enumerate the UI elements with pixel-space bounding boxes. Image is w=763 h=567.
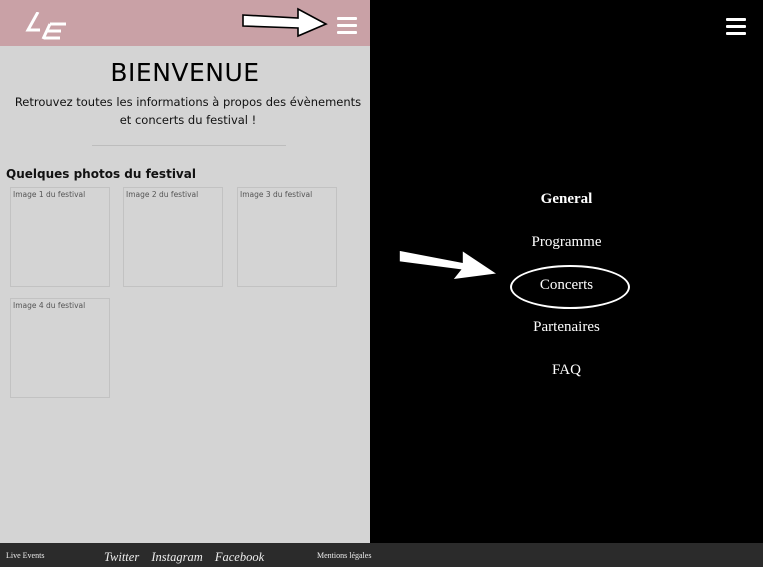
festival-photo: Image 1 du festival (10, 187, 110, 287)
footer-socials: Twitter Instagram Facebook (104, 550, 273, 565)
page-subtitle: Retrouvez toutes les informations à prop… (14, 95, 362, 127)
highlight-circle (510, 265, 630, 309)
site-footer: Live Events Twitter Instagram Facebook M… (0, 543, 763, 567)
arrow-annotation-icon (242, 7, 328, 38)
menu-item-faq[interactable]: FAQ (370, 362, 763, 379)
broken-image-alt: Image 1 du festival (13, 190, 86, 199)
divider (92, 145, 286, 146)
festival-photo: Image 3 du festival (237, 187, 337, 287)
menu-item-general[interactable]: General (370, 191, 763, 208)
broken-image-alt: Image 2 du festival (126, 190, 199, 199)
hamburger-icon[interactable] (337, 17, 357, 35)
twitter-link[interactable]: Twitter (104, 550, 139, 564)
arrow-annotation-icon (398, 248, 501, 282)
footer-brand: Live Events (6, 551, 45, 560)
festival-photo: Image 2 du festival (123, 187, 223, 287)
gallery-title: Quelques photos du festival (6, 167, 196, 181)
page-view: BIENVENUE Retrouvez toutes les informati… (0, 0, 370, 567)
legal-link[interactable]: Mentions légales (317, 551, 371, 560)
broken-image-alt: Image 3 du festival (240, 190, 313, 199)
le-logo-icon[interactable] (24, 12, 68, 46)
facebook-link[interactable]: Facebook (215, 550, 264, 564)
hamburger-icon[interactable] (726, 18, 746, 36)
broken-image-alt: Image 4 du festival (13, 301, 86, 310)
festival-photo: Image 4 du festival (10, 298, 110, 398)
menu-item-partenaires[interactable]: Partenaires (370, 319, 763, 336)
page-title: BIENVENUE (110, 58, 260, 87)
instagram-link[interactable]: Instagram (151, 550, 202, 564)
